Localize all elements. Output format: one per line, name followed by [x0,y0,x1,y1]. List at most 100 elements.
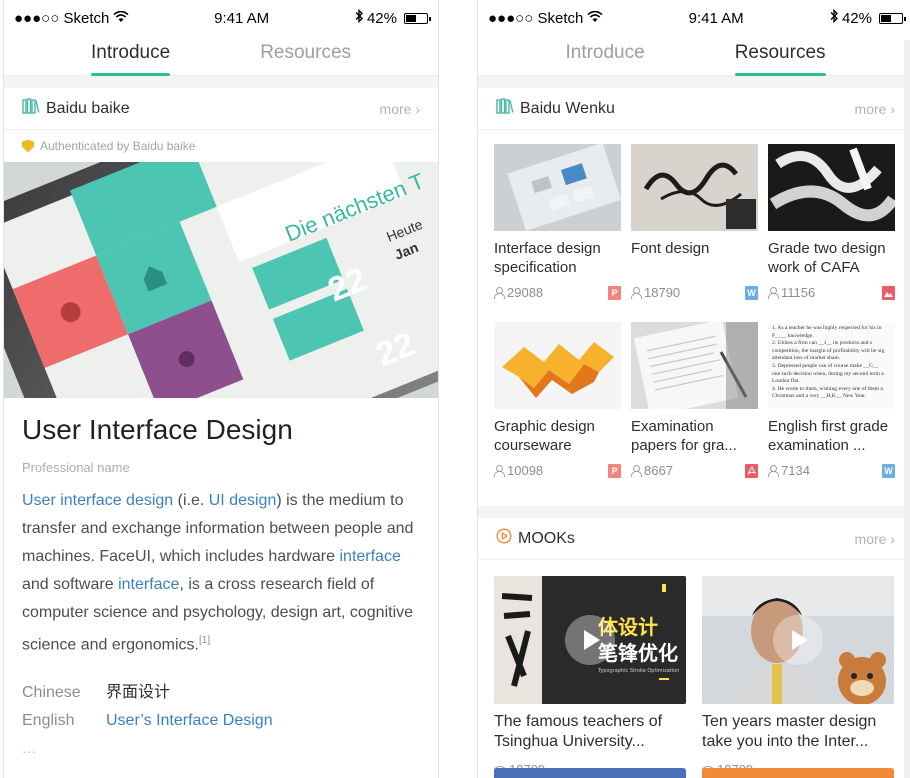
video-grid: 体设计 笔锋优化 Typographic Stroke Optimization… [478,560,910,777]
document-title: Interface design specification [494,240,601,276]
exam-text-line: 2. Unless a firm can __J__ its products … [772,340,873,347]
word-file-icon: W [882,463,895,478]
wifi-icon [113,10,129,27]
article-description: User interface design (i.e. UI design) i… [22,492,414,654]
pdf-file-icon [745,463,758,478]
resources-screen: ●●●○○ Sketch 9:41 AM 42% Introduce Resou… [477,0,910,778]
link-user-interface-design[interactable]: User interface design [22,492,173,509]
link-interface-software[interactable]: interface [118,576,179,593]
view-count: 8667 [644,463,673,478]
video-card[interactable]: Ten years master design take you into th… [702,576,894,777]
scrollbar[interactable] [904,40,910,778]
term-key: Chinese [22,684,81,702]
document-card[interactable]: Grade two design work of CAFA 11156 [768,144,895,322]
ellipsis: ··· [22,743,36,760]
video-card[interactable]: 体设计 笔锋优化 Typographic Stroke Optimization… [494,576,686,777]
term-row-chinese: Chinese 界面设计 [22,679,420,707]
document-title: Graphic design courseware [494,418,595,454]
auth-text: Authenticated by Baidu baike [40,139,196,153]
tab-introduce[interactable]: Introduce [90,36,171,76]
video-title: The famous teachers of Tsinghua Universi… [494,713,663,750]
battery-percent: 42% [841,9,872,27]
person-icon [494,465,505,477]
section-divider [478,76,910,88]
clock: 9:41 AM [688,9,744,27]
authentication-note: Authenticated by Baidu baike [4,130,438,162]
image-file-icon [882,285,895,300]
video-overlay-small: Typographic Stroke Optimization [597,668,679,674]
document-card[interactable]: Examination papers for gra... 8667 [631,322,758,500]
exam-text-line: London flat. [772,378,800,385]
tab-introduce[interactable]: Introduce [565,36,644,75]
exam-text-line: 3. Depressed people can of course make _… [772,362,879,369]
carrier-label: ●●●○○ Sketch [488,9,584,27]
ppt-file-icon: P [608,285,621,300]
person-icon [631,287,642,299]
screenshot-stage: ●●●○○ Sketch 9:41 AM 42% Introduce Resou… [0,0,910,778]
person-icon [768,287,779,299]
view-count: 7134 [781,463,810,478]
paper-thumbnail [631,322,758,409]
hero-image: Die nächsten T Pinnwand Heute Jan 22 22 [4,162,438,398]
term-value: 界面设计 [106,684,171,702]
battery-icon [404,12,431,24]
status-bar: ●●●○○ Sketch 9:41 AM 42% [478,0,910,36]
bluetooth-icon [354,8,364,27]
carrier-label: ●●●○○ Sketch [14,9,110,27]
tab-resources[interactable]: Resources [734,36,826,76]
more-link[interactable]: more › [855,101,895,117]
article-title: User Interface Design [22,414,293,445]
bluetooth-icon [829,8,839,27]
play-button[interactable] [773,615,823,665]
section-divider [4,76,438,88]
link-interface-hardware[interactable]: interface [339,548,400,565]
document-card[interactable]: Graphic design courseware 10098 P [494,322,621,500]
document-card[interactable]: 1. As a teacher he was highly respected … [768,322,895,500]
section-title: Baidu Wenku [520,99,615,117]
term-row-english: English User’s Interface Design [22,707,420,735]
article-subtitle: Professional name [22,460,130,475]
person-icon [768,465,779,477]
next-row-peek [478,768,910,778]
shield-icon [22,139,34,153]
baike-section-header: Baidu baike more › [4,88,438,130]
tab-bar: Introduce Resources [4,36,438,76]
tab-resources[interactable]: Resources [260,36,351,75]
video-title: Ten years master design take you into th… [702,713,877,750]
term-value-link[interactable]: User’s Interface Design [106,707,273,735]
document-grid: Interface design specification 29088 P F… [478,130,910,500]
wenku-section-header: Baidu Wenku more › [478,88,910,130]
exam-text-line: Christmas and a very __H,K__ New Year. [772,393,866,400]
term-pairs: Chinese 界面设计 English User’s Interface De… [22,679,420,765]
ui-kit-thumbnail [494,144,621,231]
document-title: English first grade examination ... [768,418,889,454]
books-icon [496,98,514,119]
exam-text-line: 4. He wrote to them, wishing every one o… [772,385,883,392]
document-title: Examination papers for gra... [631,418,737,454]
typography-thumbnail [768,144,895,231]
view-count: 18790 [644,285,681,300]
person-icon [494,287,505,299]
document-title: Font design [631,240,710,257]
exam-text-line: 1. As a teacher he was highly respected … [772,325,882,331]
document-card[interactable]: Interface design specification 29088 P [494,144,621,322]
document-card[interactable]: Font design 18790 W [631,144,758,322]
3d-shape-thumbnail [494,322,621,409]
article-body: User Interface Design Professional name … [4,398,438,765]
word-file-icon: W [745,285,758,300]
mooks-section-header: MOOKs more › [478,518,910,560]
more-link[interactable]: more › [855,531,895,547]
introduce-screen: ●●●○○ Sketch 9:41 AM 42% Introduce Resou… [3,0,439,778]
link-ui-design[interactable]: UI design [209,492,277,509]
footnote-ref[interactable]: [1] [199,635,210,646]
books-icon [22,98,40,119]
play-button[interactable] [565,615,615,665]
section-title: Baidu baike [46,99,130,117]
wifi-icon [587,10,603,27]
play-circle-icon [496,528,512,549]
view-count: 29088 [507,285,544,300]
person-icon [631,465,642,477]
clock: 9:41 AM [214,9,270,27]
video-thumbnail [702,576,894,704]
more-link[interactable]: more › [380,101,420,117]
